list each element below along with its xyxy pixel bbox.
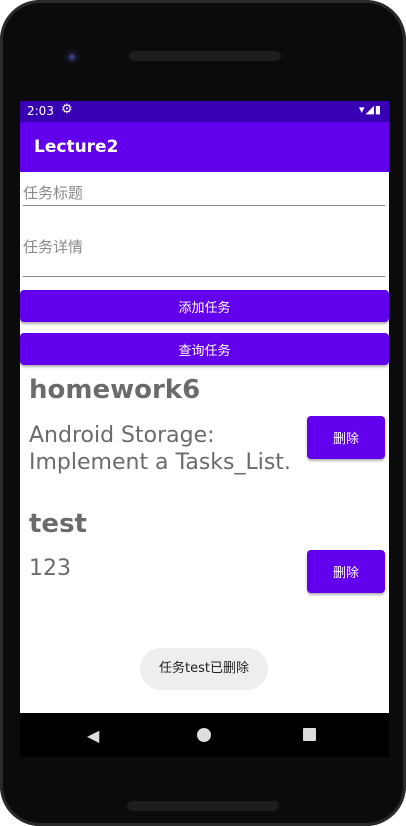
settings-gear-icon: ⚙	[61, 102, 73, 117]
back-icon[interactable]: ◀	[87, 726, 99, 745]
task-title-input[interactable]	[23, 184, 385, 202]
signal-battery-icons: ▾◢▮	[358, 103, 382, 116]
task-item: homework6 Android Storage: Implement a T…	[20, 375, 389, 495]
task-title-field[interactable]	[23, 183, 385, 206]
front-camera	[64, 49, 80, 65]
top-speaker	[129, 51, 281, 61]
recent-apps-icon[interactable]	[303, 728, 316, 741]
toast-message: 任务test已删除	[140, 648, 268, 690]
task-item: test 123 删除	[20, 509, 389, 599]
task-description: 123	[29, 556, 71, 581]
query-task-button[interactable]: 查询任务	[20, 333, 389, 365]
delete-task-button[interactable]: 删除	[307, 550, 385, 593]
app-title: Lecture2	[34, 137, 119, 157]
delete-task-button[interactable]: 删除	[307, 416, 385, 459]
task-title: homework6	[29, 375, 201, 405]
app-bar: Lecture2	[20, 122, 389, 172]
app-screen: 2:03 ⚙ ▾◢▮ Lecture2 添加任务 查询任务 homework6 …	[20, 101, 389, 713]
task-title: test	[29, 509, 87, 539]
status-bar: 2:03 ⚙ ▾◢▮	[20, 101, 389, 122]
navigation-bar: ◀	[20, 713, 389, 757]
add-task-button[interactable]: 添加任务	[20, 290, 389, 322]
task-detail-field[interactable]	[23, 237, 385, 277]
phone-frame: 2:03 ⚙ ▾◢▮ Lecture2 添加任务 查询任务 homework6 …	[0, 0, 406, 826]
task-detail-input[interactable]	[23, 238, 385, 256]
task-description: Android Storage: Implement a Tasks_List.	[29, 423, 291, 475]
bottom-speaker	[127, 801, 279, 811]
status-time: 2:03	[27, 104, 54, 118]
home-icon[interactable]	[197, 728, 211, 742]
